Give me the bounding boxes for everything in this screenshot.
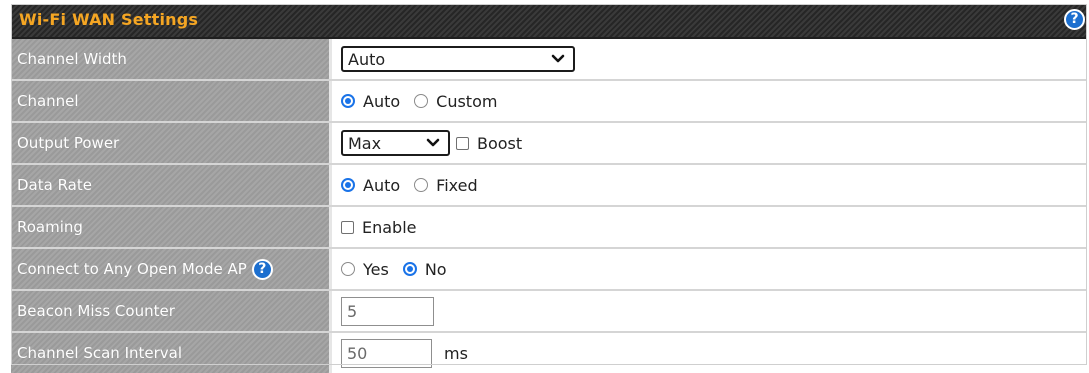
channel-width-select[interactable]: Auto [341,46,575,72]
channel-width-selected: Auto [348,49,386,69]
roaming-label: Roaming [11,207,332,247]
help-icon[interactable]: ? [1064,9,1085,30]
channel-width-label: Channel Width [11,39,332,79]
output-power-label: Output Power [11,123,332,163]
connect-open-ap-no-radio[interactable] [402,262,417,276]
connect-open-ap-option-yes[interactable]: Yes [341,260,389,279]
output-power-select[interactable]: Max [341,130,450,156]
data-rate-option-fixed[interactable]: Fixed [414,175,478,195]
channel-scan-interval-unit: ms [444,343,468,363]
channel-scan-interval-value-cell: 50 ms [332,333,1087,373]
channel-scan-interval-label: Channel Scan Interval [11,333,332,373]
channel-custom-radio[interactable] [414,94,429,108]
connect-open-ap-label: Connect to Any Open Mode AP [17,260,247,278]
connect-open-ap-label-cell: Connect to Any Open Mode AP ? [11,249,332,289]
row-connect-open-ap: Connect to Any Open Mode AP ? Yes No [11,249,1087,291]
connect-open-ap-no-label: No [424,259,447,279]
connect-open-ap-option-no[interactable]: No [402,259,447,279]
roaming-enable-label: Enable [362,217,417,237]
wifi-wan-settings-panel: Wi-Fi WAN Settings ? Channel Width Auto … [11,4,1087,373]
channel-custom-label: Custom [436,91,498,111]
connect-open-ap-value-cell: Yes No [332,249,1087,289]
channel-label: Channel [11,81,332,121]
channel-auto-label: Auto [363,91,401,111]
row-channel-scan-interval: Channel Scan Interval 50 ms [11,333,1087,373]
data-rate-auto-label: Auto [363,175,401,195]
beacon-miss-counter-label: Beacon Miss Counter [11,291,332,331]
channel-option-auto[interactable]: Auto [341,92,400,111]
chevron-down-icon [426,138,440,147]
data-rate-fixed-radio[interactable] [414,178,429,192]
boost-label: Boost [477,133,523,153]
panel-title: Wi-Fi WAN Settings [19,10,199,29]
panel-header: Wi-Fi WAN Settings ? [11,4,1087,39]
channel-scan-interval-input[interactable]: 50 [341,338,432,368]
connect-open-ap-yes-radio[interactable] [341,262,355,276]
beacon-miss-counter-value-cell: 5 [332,291,1087,331]
data-rate-auto-radio[interactable] [341,178,355,192]
data-rate-label: Data Rate [11,165,332,205]
beacon-miss-counter-input[interactable]: 5 [341,296,434,326]
channel-auto-radio[interactable] [341,94,355,108]
data-rate-fixed-label: Fixed [436,175,478,195]
roaming-enable-checkbox[interactable] [341,220,354,234]
roaming-enable-option[interactable]: Enable [341,218,417,237]
channel-option-custom[interactable]: Custom [414,92,497,111]
row-channel: Channel Auto Custom [11,81,1087,123]
channel-value-cell: Auto Custom [332,81,1087,121]
connect-open-ap-help-icon[interactable]: ? [251,258,273,280]
connect-open-ap-yes-label: Yes [363,259,389,279]
chevron-down-icon [551,54,565,63]
row-output-power: Output Power Max Boost [11,123,1087,165]
roaming-value-cell: Enable [332,207,1087,247]
data-rate-option-auto[interactable]: Auto [341,176,400,195]
row-channel-width: Channel Width Auto [11,39,1087,81]
boost-checkbox[interactable] [456,136,469,150]
row-beacon-miss-counter: Beacon Miss Counter 5 [11,291,1087,333]
data-rate-value-cell: Auto Fixed [332,165,1087,205]
output-power-value-cell: Max Boost [332,123,1087,163]
row-data-rate: Data Rate Auto Fixed [11,165,1087,207]
boost-option[interactable]: Boost [456,134,522,153]
channel-width-value-cell: Auto [332,39,1087,79]
row-roaming: Roaming Enable [11,207,1087,249]
output-power-selected: Max [348,133,382,153]
